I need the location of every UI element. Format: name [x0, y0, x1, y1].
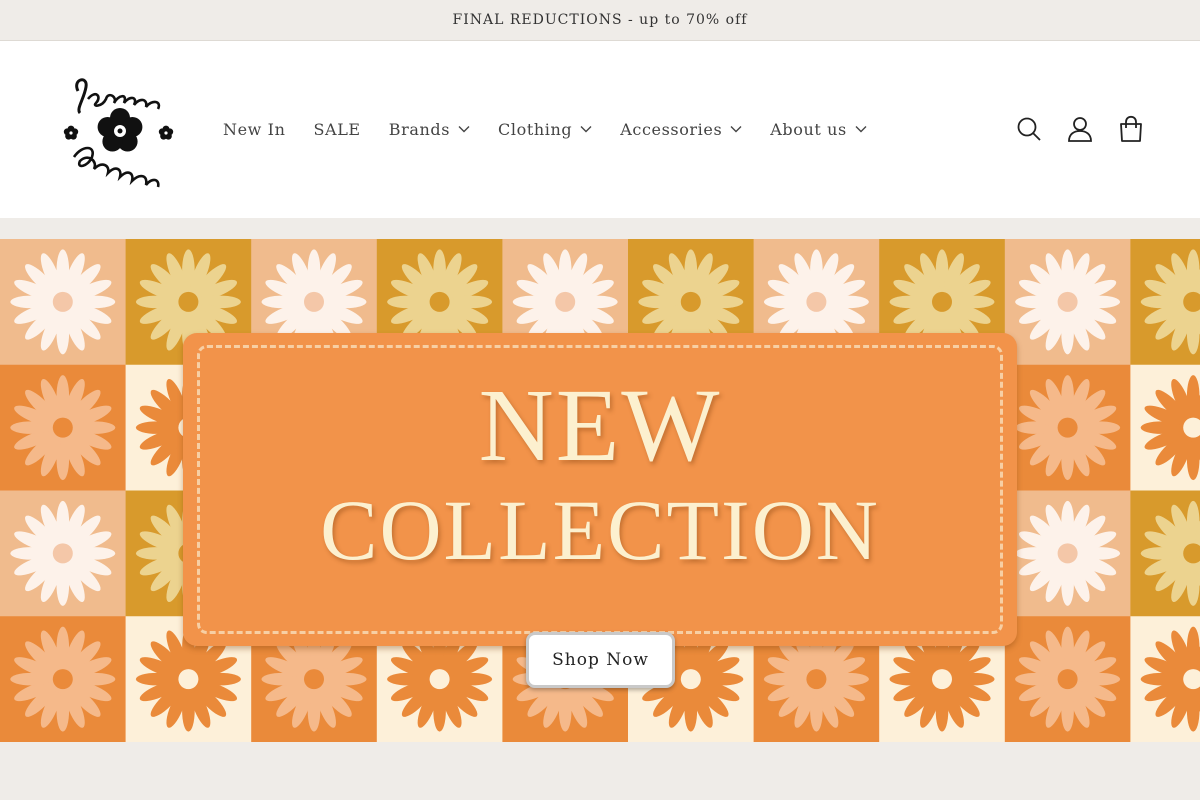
nav-item-label: Clothing — [498, 119, 573, 139]
nav-item-brands[interactable]: Brands — [375, 115, 484, 143]
shop-now-button[interactable]: Shop Now — [526, 632, 675, 688]
chevron-down-icon — [730, 125, 742, 133]
hero-headline-line1: NEW — [478, 368, 722, 483]
chevron-down-icon — [855, 125, 867, 133]
jasmine-boutique-logo — [63, 78, 174, 188]
brand-logo[interactable] — [58, 69, 180, 193]
nav-item-clothing[interactable]: Clothing — [484, 115, 606, 143]
nav-item-accessories[interactable]: Accessories — [606, 115, 756, 143]
main-navigation: New In SALE Brands Clothing Accessories … — [209, 115, 881, 143]
cart-icon[interactable] — [1112, 113, 1150, 145]
header-actions — [1010, 113, 1163, 145]
site-header: New In SALE Brands Clothing Accessories … — [0, 41, 1200, 218]
nav-item-label: Brands — [388, 119, 451, 139]
nav-item-label: Accessories — [620, 119, 723, 139]
new-collection-patch: NEW COLLECTION — [183, 333, 1017, 646]
chevron-down-icon — [458, 125, 470, 133]
chevron-down-icon — [580, 125, 592, 133]
nav-item-about-us[interactable]: About us — [756, 115, 881, 143]
search-icon[interactable] — [1010, 113, 1048, 145]
nav-item-label: SALE — [313, 119, 361, 139]
nav-item-new-in[interactable]: New In — [209, 115, 299, 143]
account-icon[interactable] — [1061, 113, 1099, 145]
announcement-text: FINAL REDUCTIONS - up to 70% off — [452, 12, 748, 28]
nav-item-sale[interactable]: SALE — [299, 115, 374, 143]
announcement-bar: FINAL REDUCTIONS - up to 70% off — [0, 0, 1200, 41]
hero-headline-line2: COLLECTION — [320, 482, 880, 578]
nav-item-label: About us — [770, 119, 847, 139]
nav-item-label: New In — [223, 119, 286, 139]
